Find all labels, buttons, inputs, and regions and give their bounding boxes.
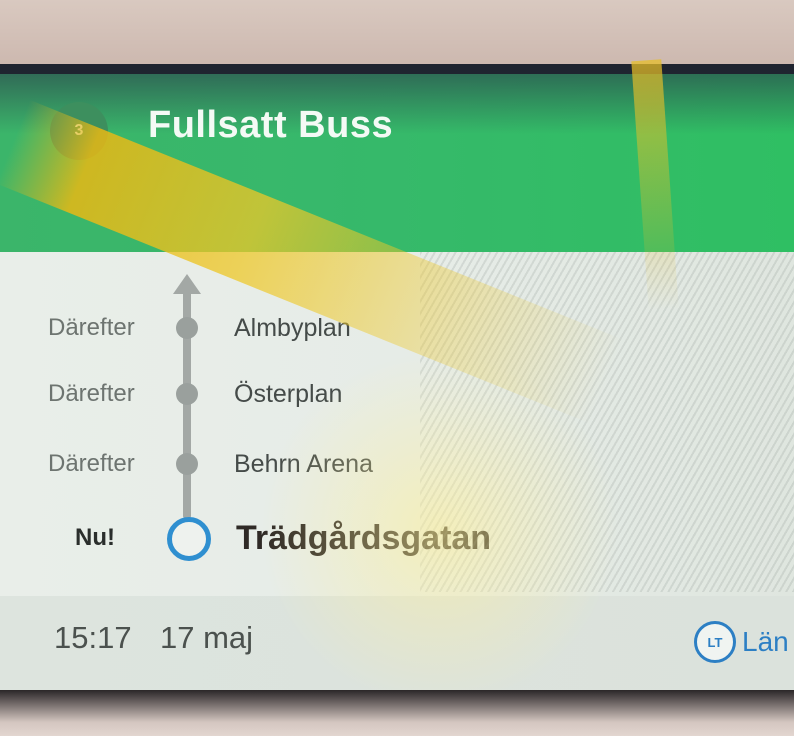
stop-row: Därefter Österplan xyxy=(0,372,794,416)
stop-when-label: Därefter xyxy=(48,314,135,341)
line-number-badge: 3 xyxy=(50,102,108,160)
current-stop-ring-icon xyxy=(167,517,211,561)
stop-dot-icon xyxy=(176,453,198,475)
clock-date: 17 maj xyxy=(160,620,254,655)
operator-brand: LT Län xyxy=(694,618,789,666)
stop-name: Almbyplan xyxy=(234,314,351,342)
current-stop-row: Nu! Trädgårdsgatan xyxy=(0,514,794,562)
route-header xyxy=(0,74,794,252)
stop-when-label: Därefter xyxy=(48,450,135,477)
stop-row: Därefter Behrn Arena xyxy=(0,442,794,486)
stop-dot-icon xyxy=(176,383,198,405)
stop-dot-icon xyxy=(176,317,198,339)
stop-name: Österplan xyxy=(234,380,343,408)
operator-name: Län xyxy=(742,626,789,657)
header-title: Fullsatt Buss xyxy=(148,104,394,146)
current-stop-name: Trädgårdsgatan xyxy=(236,519,492,557)
stop-when-label: Därefter xyxy=(48,380,135,407)
stop-row: Därefter Almbyplan xyxy=(0,306,794,350)
current-stop-label: Nu! xyxy=(75,524,115,551)
display-bezel-bottom xyxy=(0,690,794,736)
clock-time: 15:17 xyxy=(54,620,132,655)
header-shadow xyxy=(0,74,794,134)
operator-logo-icon: LT xyxy=(694,621,736,663)
stop-name: Behrn Arena xyxy=(234,450,373,478)
